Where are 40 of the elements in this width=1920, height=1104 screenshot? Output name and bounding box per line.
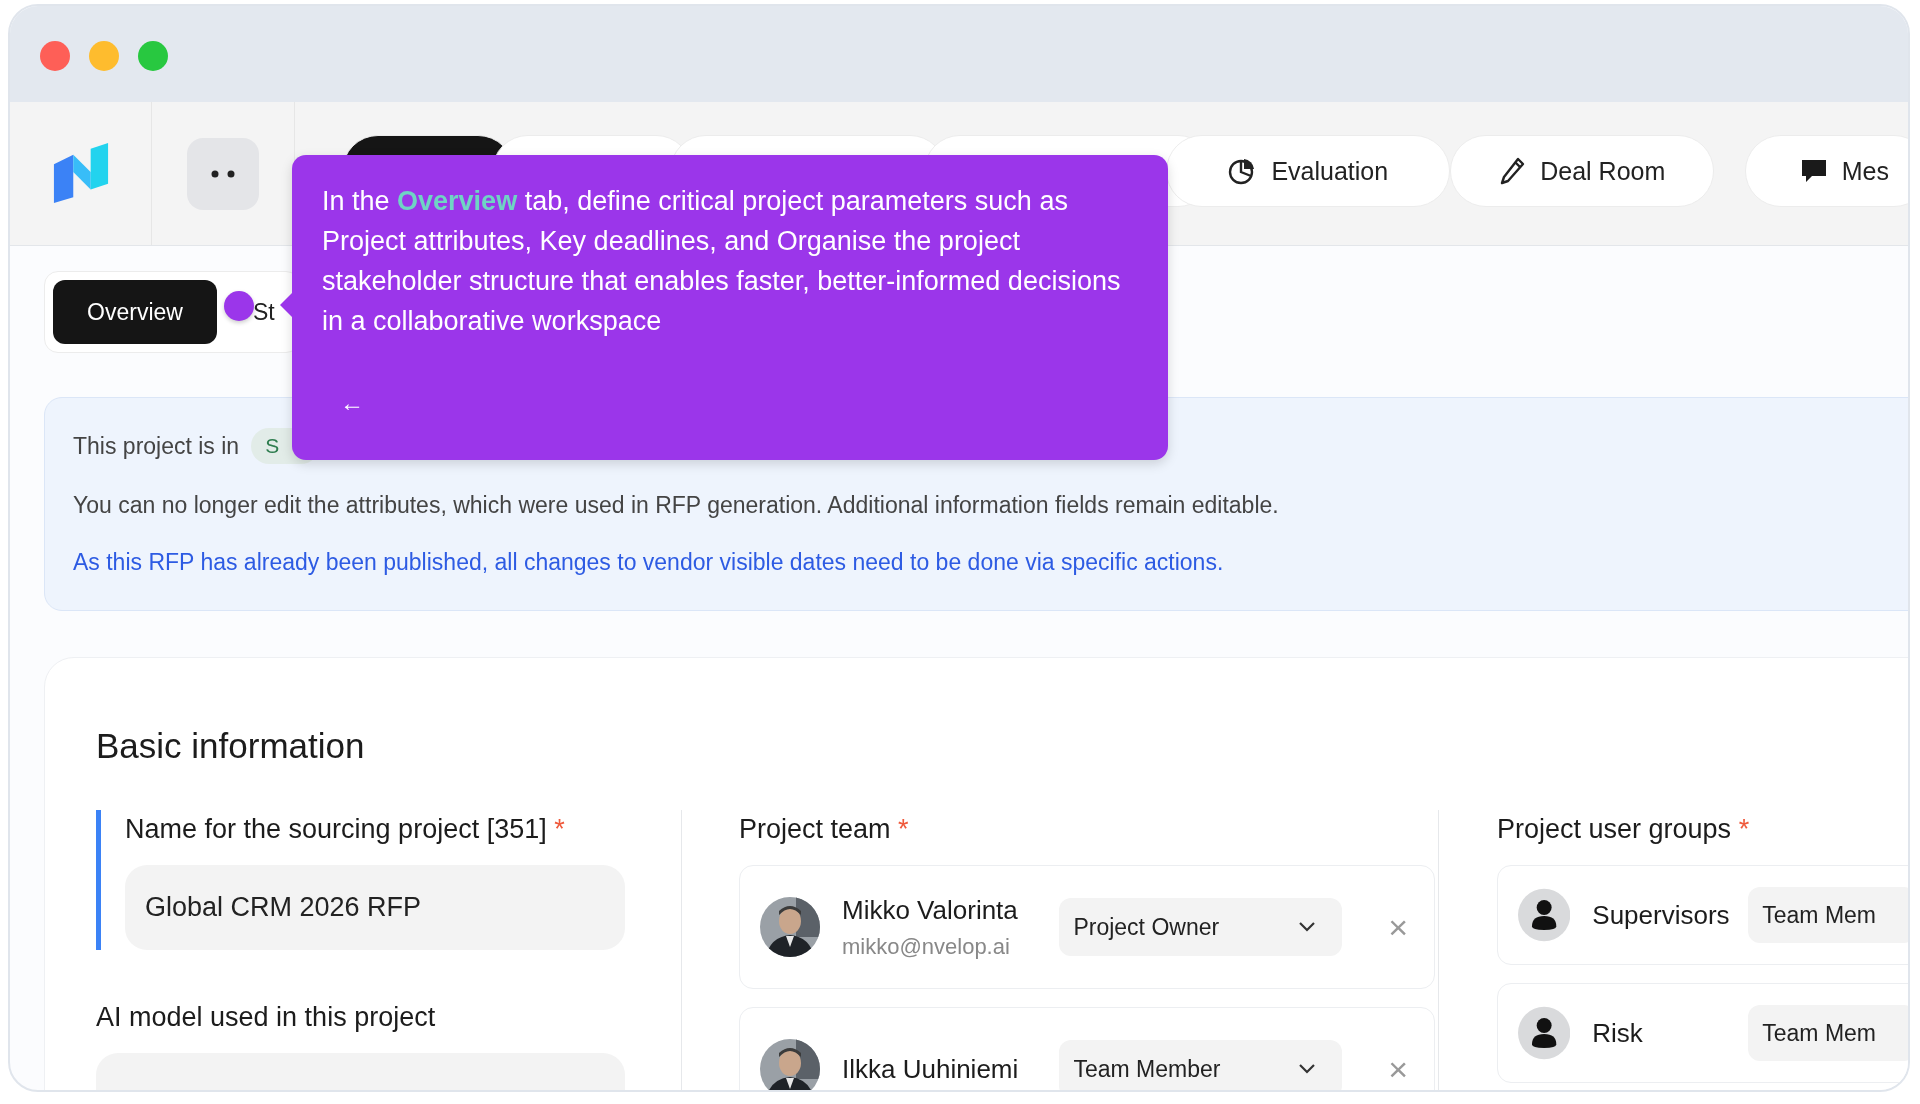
role-dropdown[interactable]: Team Mem xyxy=(1748,1005,1908,1061)
minimize-button[interactable] xyxy=(89,41,119,71)
zoom-button[interactable] xyxy=(138,41,168,71)
field-label: Name for the sourcing project [351] * xyxy=(125,813,566,846)
member-name: Mikko Valorinta xyxy=(842,894,1019,926)
chevron-down-icon xyxy=(1298,921,1317,933)
pen-icon xyxy=(1498,156,1527,186)
close-button[interactable] xyxy=(40,41,70,71)
info-message: You can no longer edit the attributes, which were used in RFP generation. Additional information fields remain editable. xyxy=(73,492,1280,519)
member-name: Ilkka Uuhiniemi xyxy=(842,1053,1020,1085)
role-dropdown[interactable]: Project Owner xyxy=(1059,898,1343,956)
logo-icon[interactable] xyxy=(51,142,110,205)
role-dropdown[interactable]: Team Member xyxy=(1059,1040,1343,1090)
chevron-down-icon xyxy=(1298,1063,1317,1075)
nav-tab[interactable]: Mes xyxy=(1744,135,1908,207)
dots-icon xyxy=(211,169,236,178)
user-group-icon xyxy=(1518,887,1571,943)
group-name: Supervisors xyxy=(1592,899,1731,931)
group-name: Risk xyxy=(1592,1017,1644,1049)
section-tab[interactable]: Overview xyxy=(53,280,217,344)
info-link[interactable]: As this RFP has already been published, all changes to vendor visible dates need to be done via specific actions. xyxy=(73,549,1908,576)
back-button[interactable]: ← xyxy=(340,389,364,417)
field-label: Project user groups * xyxy=(1497,813,1751,846)
required-mark: * xyxy=(898,814,909,844)
member-email: mikko@nvelop.ai xyxy=(842,933,1011,960)
section-tab[interactable]: St xyxy=(253,298,275,326)
nav-tab[interactable]: Deal Room xyxy=(1449,135,1714,207)
required-mark: * xyxy=(554,814,565,844)
chat-icon xyxy=(1799,157,1828,185)
nav-tab[interactable]: Evaluation xyxy=(1165,135,1450,207)
field-label: AI model used in this project xyxy=(96,1001,437,1034)
field-label: Project team * xyxy=(739,813,910,846)
user-group-icon xyxy=(1518,1005,1571,1061)
role-dropdown[interactable]: Team Mem xyxy=(1748,887,1908,943)
required-mark: * xyxy=(1738,814,1750,844)
section-title: Basic information xyxy=(96,726,366,766)
status-text: This project is in xyxy=(73,432,240,460)
input-field[interactable]: Global CRM 2026 RFP xyxy=(125,865,625,950)
more-button[interactable] xyxy=(187,137,260,210)
tooltip-text: In the Overview tab, define critical project parameters such as Project attributes, Key deadlines, and Organise the project stakeholder structure that enables faster, better-informed decisions in a collaborative workspace xyxy=(322,185,1122,338)
